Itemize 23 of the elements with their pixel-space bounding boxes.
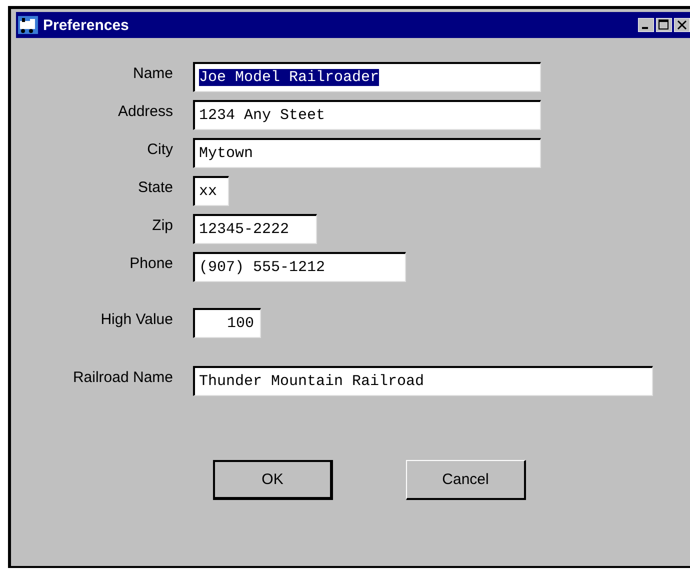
field-label: Zip bbox=[151, 216, 173, 234]
input-field[interactable]: xx bbox=[193, 176, 229, 206]
field-label: High Value bbox=[100, 310, 173, 328]
field-label: Name bbox=[132, 64, 173, 82]
field-label: City bbox=[146, 140, 173, 158]
input-field[interactable]: 1234 Any Steet bbox=[193, 100, 541, 130]
input-field[interactable]: Mytown bbox=[193, 138, 541, 168]
minimize-icon[interactable] bbox=[638, 18, 654, 32]
field-label: Phone bbox=[128, 254, 173, 272]
ok-button[interactable]: OK bbox=[213, 460, 333, 500]
cancel-button[interactable]: Cancel bbox=[406, 460, 526, 500]
input-field[interactable]: Joe Model Railroader bbox=[193, 62, 541, 92]
input-field[interactable]: Thunder Mountain Railroad bbox=[193, 366, 653, 396]
input-field[interactable]: 12345-2222 bbox=[193, 214, 317, 244]
field-label: Railroad Name bbox=[72, 368, 173, 386]
window-title: Preferences bbox=[43, 16, 130, 34]
field-label: State bbox=[136, 178, 173, 196]
input-field[interactable]: (907) 555-1212 bbox=[193, 252, 406, 282]
close-icon[interactable] bbox=[674, 18, 690, 32]
field-label: Address bbox=[116, 102, 173, 120]
locomotive-icon bbox=[18, 16, 38, 34]
maximize-icon[interactable] bbox=[656, 18, 672, 32]
input-field[interactable]: 100 bbox=[193, 308, 261, 338]
